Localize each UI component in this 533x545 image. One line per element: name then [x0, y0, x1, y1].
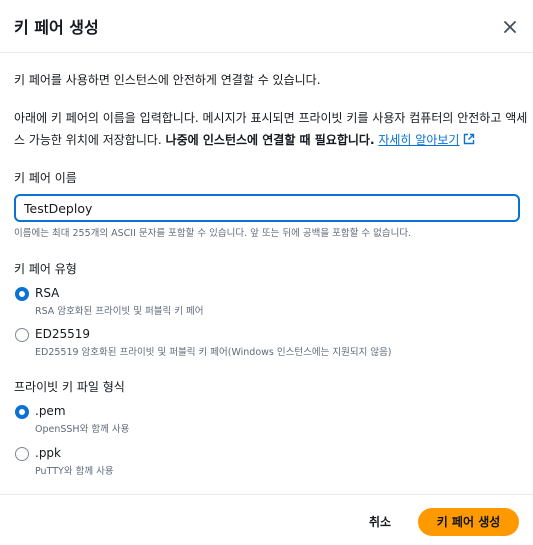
- external-link-icon[interactable]: [463, 133, 475, 145]
- radio-pem[interactable]: [15, 405, 29, 419]
- option-ed25519-desc: ED25519 암호화된 프라이빗 및 퍼블릭 키 페어(Windows 인스턴…: [35, 347, 392, 358]
- dialog-title: 키 페어 생성: [14, 18, 99, 37]
- key-name-hint: 이름에는 최대 255개의 ASCII 문자를 포함할 수 있습니다. 앞 또는…: [14, 228, 412, 239]
- create-key-pair-button[interactable]: 키 페어 생성: [418, 508, 519, 536]
- description-line-2: 스 가능한 위치에 저장합니다. 나중에 인스턴스에 연결할 때 필요합니다. …: [14, 130, 475, 151]
- intro-text: 키 페어를 사용하면 인스턴스에 안전하게 연결할 수 있습니다.: [14, 73, 321, 87]
- learn-more-link[interactable]: 자세히 알아보기: [378, 133, 459, 147]
- option-rsa-desc: RSA 암호화된 프라이빗 및 퍼블릭 키 페어: [35, 306, 204, 317]
- option-ppk-desc: PuTTY와 함께 사용: [35, 466, 114, 477]
- close-icon[interactable]: [498, 15, 522, 39]
- dialog-header: 키 페어 생성: [0, 0, 533, 53]
- description-emphasis: 나중에 인스턴스에 연결할 때 필요합니다.: [165, 133, 375, 147]
- key-name-input[interactable]: [14, 194, 520, 222]
- description-line-1: 아래에 키 페어의 이름을 입력합니다. 메시지가 표시되면 프라이빗 키를 사…: [14, 111, 528, 125]
- radio-ed25519[interactable]: [15, 328, 29, 342]
- key-name-label: 키 페어 이름: [14, 171, 77, 185]
- option-pem-desc: OpenSSH와 함께 사용: [35, 424, 130, 435]
- key-type-label: 키 페어 유형: [14, 262, 77, 276]
- radio-ppk[interactable]: [15, 447, 29, 461]
- cancel-button[interactable]: 취소: [360, 508, 400, 536]
- create-key-pair-dialog: 키 페어 생성 키 페어를 사용하면 인스턴스에 안전하게 연결할 수 있습니다…: [0, 0, 533, 544]
- file-format-label: 프라이빗 키 파일 형식: [14, 380, 125, 394]
- description-text: 스 가능한 위치에 저장합니다.: [14, 133, 166, 147]
- radio-rsa[interactable]: [15, 287, 29, 301]
